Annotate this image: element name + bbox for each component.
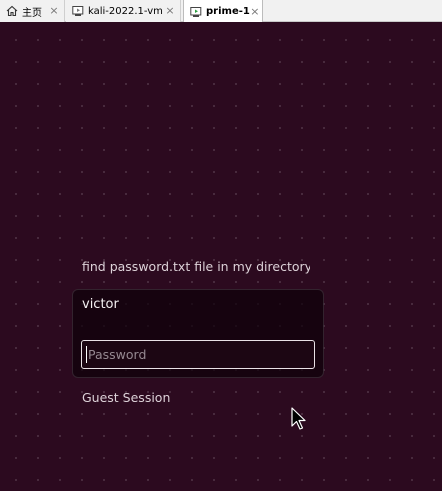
close-icon[interactable]: × bbox=[165, 5, 175, 16]
vm-desktop: find password.txt file in my directory v… bbox=[0, 22, 442, 491]
tab-prime-1[interactable]: prime-1 × bbox=[183, 0, 263, 23]
vm-icon bbox=[72, 6, 84, 16]
home-icon bbox=[6, 5, 18, 17]
vm-running-icon bbox=[190, 6, 202, 17]
mouse-pointer-icon bbox=[291, 407, 306, 430]
close-icon[interactable]: × bbox=[49, 5, 59, 16]
tab-prime-1-label: prime-1 bbox=[206, 6, 250, 17]
login-message: find password.txt file in my directory bbox=[82, 259, 310, 274]
text-caret bbox=[86, 346, 87, 363]
close-icon[interactable]: × bbox=[250, 6, 260, 17]
password-input[interactable] bbox=[81, 340, 315, 369]
tab-kali-vm-label: kali-2022.1-vm bbox=[88, 5, 163, 17]
vm-tab-bar: 主页 × kali-2022.1-vm × prime-1 × bbox=[0, 0, 442, 23]
login-box: victor bbox=[72, 289, 324, 378]
tab-home[interactable]: 主页 × bbox=[0, 0, 65, 22]
tab-kali-vm[interactable]: kali-2022.1-vm × bbox=[66, 0, 181, 22]
guest-session-button[interactable]: Guest Session bbox=[82, 390, 170, 405]
username-label[interactable]: victor bbox=[82, 297, 119, 312]
tab-home-label: 主页 bbox=[22, 7, 42, 19]
